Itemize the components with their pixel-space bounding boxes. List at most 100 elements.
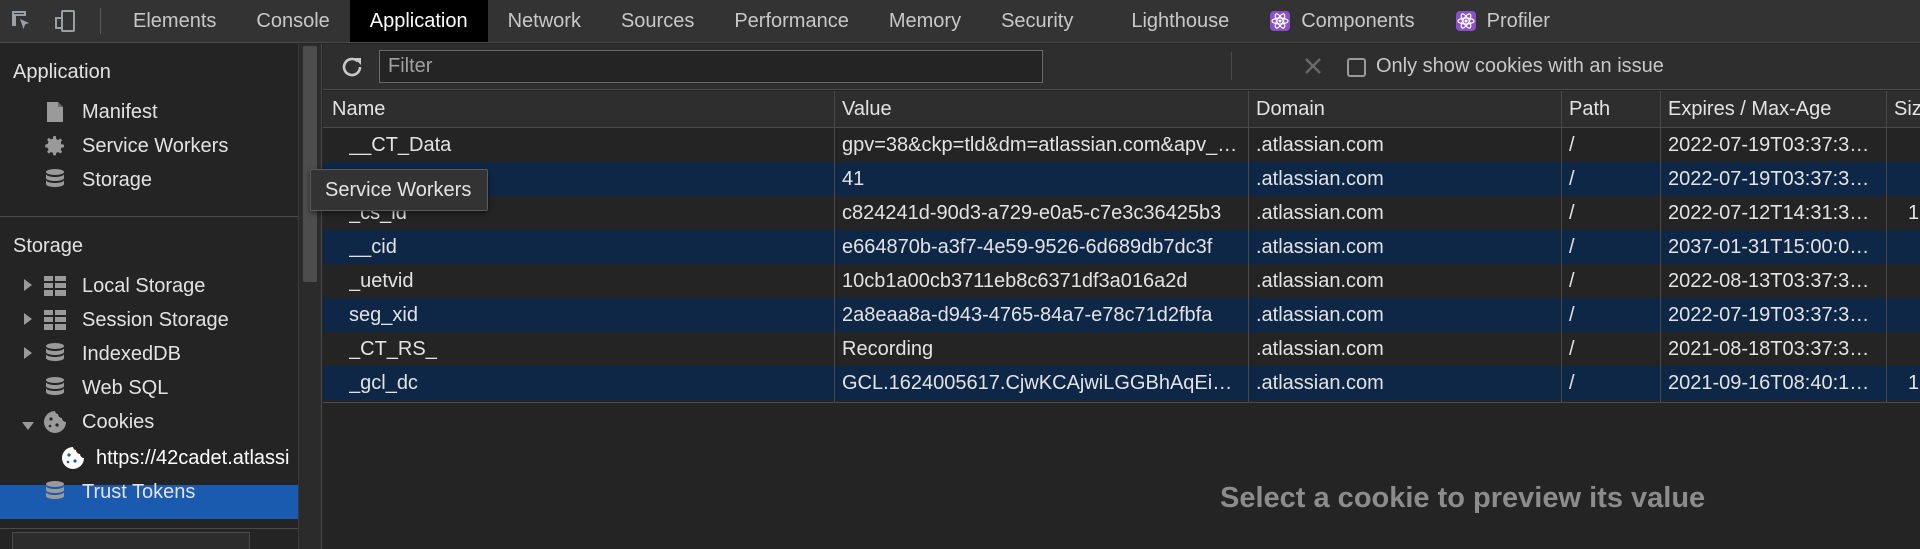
sidebar-scrollbar[interactable] <box>298 44 322 549</box>
react-icon <box>1455 10 1477 32</box>
storage-section-title: Storage <box>13 235 84 257</box>
tab-network[interactable]: Network <box>488 0 601 42</box>
cookie-path: / <box>1569 338 1575 360</box>
sidebar-item-local-storage[interactable]: Local Storage <box>42 269 205 303</box>
table-row[interactable]: __CT_Data gpv=38&ckp=tld&dm=atlassian.co… <box>323 128 1920 162</box>
cookie-name: _uetvid <box>349 270 414 292</box>
column-divider[interactable] <box>1248 91 1249 403</box>
tooltip: Service Workers <box>310 169 488 211</box>
cookie-value: 10cb1a00cb3711eb8c6371df3a016a2d <box>842 270 1188 292</box>
cookie-path: / <box>1569 270 1575 292</box>
tab-label: Performance <box>734 9 849 32</box>
tab-application[interactable]: Application <box>349 0 488 42</box>
column-header-name[interactable]: Name <box>332 91 732 128</box>
table-row[interactable]: __cid e664870b-a3f7-4e59-9526-6d689db7dc… <box>323 230 1920 264</box>
tab-sources[interactable]: Sources <box>601 0 714 42</box>
cookie-domain: .atlassian.com <box>1256 270 1384 292</box>
column-divider[interactable] <box>1886 91 1887 403</box>
sidebar-item-cookies[interactable]: Cookies <box>42 405 154 439</box>
sidebar-item-cookie-origin[interactable]: https://42cadet.atlassi <box>60 441 289 475</box>
column-header-size[interactable]: Siz <box>1894 91 1920 128</box>
clear-cookies-icon[interactable] <box>1300 53 1326 79</box>
table-row[interactable]: _uetvid 10cb1a00cb3711eb8c6371df3a016a2d… <box>323 264 1920 298</box>
sidebar-item-storage[interactable]: Storage <box>42 163 152 197</box>
cookie-expires: 2022-07-19T03:37:35.000Z <box>1668 168 1880 190</box>
column-header-expires[interactable]: Expires / Max-Age <box>1668 91 1878 128</box>
table-row[interactable]: _gcl_dc GCL.1624005617.CjwKCAjwiLGGBhAqE… <box>323 366 1920 400</box>
expand-arrow-icon[interactable] <box>24 313 32 325</box>
cookie-domain: .atlassian.com <box>1256 236 1384 258</box>
tab-label: Profiler <box>1486 9 1550 32</box>
gear-icon <box>42 133 68 159</box>
tab-console[interactable]: Console <box>236 0 349 42</box>
device-toolbar-icon[interactable] <box>44 0 88 42</box>
cookie-path: / <box>1569 372 1575 394</box>
only-issues-label: Only show cookies with an issue <box>1376 55 1664 77</box>
cookie-domain: .atlassian.com <box>1256 304 1384 326</box>
tab-lighthouse[interactable]: Lighthouse <box>1111 0 1249 42</box>
cookie-icon <box>60 445 86 471</box>
cookie-size <box>1908 332 1920 366</box>
sidebar-item-manifest[interactable]: Manifest <box>42 95 158 129</box>
toolbar-divider <box>100 8 101 34</box>
table-header: Name Value Domain Path Expires / Max-Age… <box>323 91 1920 128</box>
expand-arrow-icon[interactable] <box>24 347 32 359</box>
column-header-domain[interactable]: Domain <box>1256 91 1556 128</box>
cookie-domain: .atlassian.com <box>1256 202 1384 224</box>
devtools-tab-bar: Elements Console Application Network Sou… <box>0 0 1920 43</box>
tab-profiler[interactable]: Profiler <box>1435 0 1570 42</box>
column-header-path[interactable]: Path <box>1569 91 1659 128</box>
sidebar-item-indexeddb[interactable]: IndexedDB <box>42 337 181 371</box>
tab-memory[interactable]: Memory <box>869 0 981 42</box>
sidebar-footer-panel <box>12 532 250 549</box>
sidebar-item-label: Manifest <box>82 100 158 123</box>
tab-performance[interactable]: Performance <box>714 0 869 42</box>
tab-components[interactable]: Components <box>1249 0 1434 42</box>
database-icon <box>42 479 68 505</box>
table-icon <box>42 307 68 333</box>
expand-arrow-icon[interactable] <box>24 279 32 291</box>
toolbar-divider <box>1231 52 1232 80</box>
cookie-size <box>1908 264 1920 298</box>
sidebar-item-label: Cookies <box>82 410 155 433</box>
scrollbar-thumb[interactable] <box>303 46 317 282</box>
cookie-table: Name Value Domain Path Expires / Max-Age… <box>323 91 1920 403</box>
sidebar-item-label: Local Storage <box>82 274 206 297</box>
cookie-expires: 2021-08-18T03:37:35.000Z <box>1668 338 1880 360</box>
tab-elements[interactable]: Elements <box>113 0 236 42</box>
sidebar-item-web-sql[interactable]: Web SQL <box>42 371 168 405</box>
cookie-name: seg_xid <box>349 304 418 326</box>
table-row[interactable]: seg_xid 2a8eaa8a-d943-4765-84a7-e78c71d2… <box>323 298 1920 332</box>
tab-security[interactable]: Security <box>981 0 1093 42</box>
table-row[interactable]: 41 .atlassian.com / 2022-07-19T03:37:35.… <box>323 162 1920 196</box>
sidebar-item-session-storage[interactable]: Session Storage <box>42 303 229 337</box>
cookie-value: GCL.1624005617.CjwKCAjwiLGGBhAqEiwAgq3q_… <box>842 372 1246 394</box>
sidebar-item-label: https://42cadet.atlassi <box>96 446 290 469</box>
application-sidebar: Application Manifest Service Workers Sto… <box>0 44 298 549</box>
inspect-element-icon[interactable] <box>0 0 44 42</box>
column-header-value[interactable]: Value <box>842 91 1242 128</box>
refresh-icon[interactable] <box>339 54 365 80</box>
sidebar-divider <box>0 216 298 217</box>
column-divider[interactable] <box>1660 91 1661 403</box>
sidebar-item-trust-tokens[interactable]: Trust Tokens <box>42 475 195 509</box>
database-icon <box>42 375 68 401</box>
collapse-arrow-icon[interactable] <box>22 422 34 430</box>
filter-input[interactable] <box>379 50 1043 83</box>
tab-label: Network <box>507 9 581 32</box>
cookie-name: _gcl_dc <box>349 372 418 394</box>
tab-label: Console <box>256 9 330 32</box>
table-row[interactable]: _CT_RS_ Recording .atlassian.com / 2021-… <box>323 332 1920 366</box>
cookie-size: 1 <box>1908 372 1920 394</box>
table-row[interactable]: _cs_id c824241d-90d3-a729-e0a5-c7e3c3642… <box>323 196 1920 230</box>
sidebar-item-service-workers[interactable]: Service Workers <box>42 129 228 163</box>
sidebar-item-label: Web SQL <box>82 376 169 399</box>
sidebar-item-label: Service Workers <box>82 134 229 157</box>
cookie-name: __CT_Data <box>349 134 452 156</box>
tab-label: Security <box>1001 9 1074 32</box>
sidebar-item-label: Storage <box>82 168 153 191</box>
cookie-toolbar: Only show cookies with an issue <box>323 44 1920 90</box>
only-issues-checkbox[interactable] <box>1347 58 1366 77</box>
column-divider[interactable] <box>1561 91 1562 403</box>
column-divider[interactable] <box>834 91 835 403</box>
